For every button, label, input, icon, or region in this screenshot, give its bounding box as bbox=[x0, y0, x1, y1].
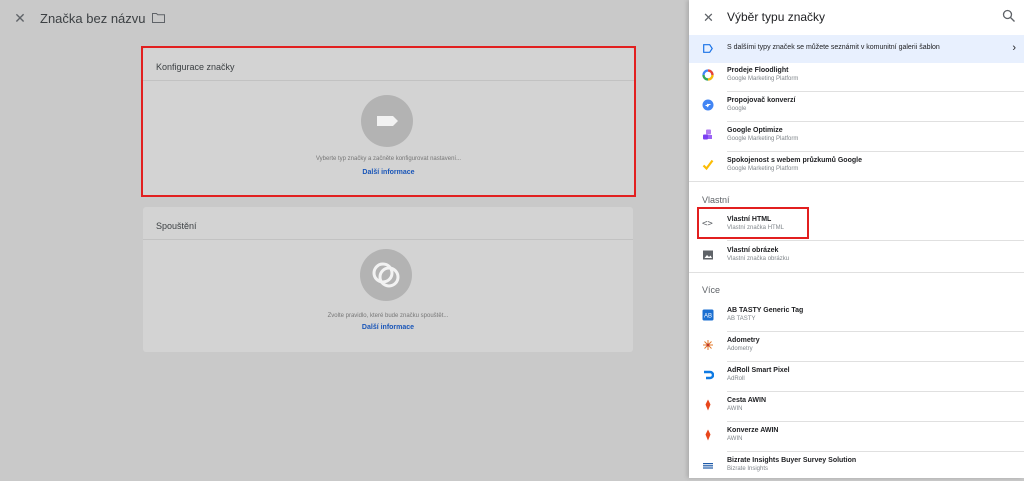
awin-icon bbox=[705, 429, 711, 441]
card-hint: Zvolte pravidlo, které bude značku spouš… bbox=[327, 313, 449, 319]
list-item[interactable]: Spokojenost s webem průzkumů Google Goog… bbox=[689, 151, 1024, 181]
list-item[interactable]: AdRoll Smart Pixel AdRoll bbox=[689, 361, 1024, 391]
section-heading-custom: Vlastní bbox=[702, 195, 730, 205]
item-subtitle: AdRoll bbox=[727, 376, 745, 382]
item-subtitle: AWIN bbox=[727, 406, 743, 412]
awin-icon bbox=[705, 399, 711, 411]
list-item[interactable]: Vlastní obrázek Vlastní značka obrázku bbox=[689, 241, 1024, 271]
community-gallery-banner[interactable]: S dalšími typy značek se můžete seznámit… bbox=[689, 35, 1024, 63]
learn-more-link[interactable]: Další informace bbox=[143, 324, 633, 331]
item-name: Google Optimize bbox=[727, 127, 783, 134]
tag-type-panel: ✕ Výběr typu značky S dalšími typy znače… bbox=[689, 0, 1024, 478]
list-item[interactable]: Konverze AWIN AWIN bbox=[689, 421, 1024, 451]
search-icon[interactable] bbox=[1002, 9, 1016, 23]
item-subtitle: AWIN bbox=[727, 436, 743, 442]
abtasty-icon: AB bbox=[702, 309, 714, 321]
item-name: Konverze AWIN bbox=[727, 427, 779, 434]
item-name: Prodeje Floodlight bbox=[727, 67, 789, 74]
trigger-icon[interactable] bbox=[360, 249, 412, 301]
list-item[interactable]: AB AB TASTY Generic Tag AB TASTY bbox=[689, 301, 1024, 331]
list-item[interactable]: Cesta AWIN AWIN bbox=[689, 391, 1024, 421]
item-subtitle: Vlastní značka obrázku bbox=[727, 256, 790, 262]
adometry-icon bbox=[703, 340, 713, 350]
chevron-right-icon: › bbox=[1012, 42, 1016, 54]
item-name: Adometry bbox=[727, 337, 760, 344]
highlight-box-custom-html bbox=[697, 207, 809, 239]
list-item[interactable]: Prodeje Floodlight Google Marketing Plat… bbox=[689, 61, 1024, 91]
triggering-card[interactable]: Spouštění Zvolte pravidlo, které bude zn… bbox=[143, 207, 633, 352]
panel-title: Výběr typu značky bbox=[727, 10, 826, 24]
tag-outline-icon bbox=[703, 44, 713, 53]
item-name: Bizrate Insights Buyer Survey Solution bbox=[727, 457, 857, 464]
item-name: AB TASTY Generic Tag bbox=[727, 307, 804, 314]
bizrate-icon bbox=[703, 463, 713, 469]
divider bbox=[689, 181, 1024, 182]
panel-header: ✕ Výběr typu značky bbox=[689, 0, 1024, 35]
item-name: Cesta AWIN bbox=[727, 397, 767, 404]
item-subtitle: Bizrate Insights bbox=[727, 466, 769, 472]
optimize-icon bbox=[703, 129, 712, 140]
image-icon bbox=[703, 250, 713, 260]
section-heading-more: Více bbox=[702, 285, 721, 295]
svg-text:AB: AB bbox=[704, 314, 712, 320]
conversion-linker-icon bbox=[702, 99, 714, 111]
item-subtitle: Google Marketing Platform bbox=[727, 136, 799, 142]
tag-name-title[interactable]: Značka bez názvu bbox=[40, 11, 146, 26]
close-icon[interactable]: ✕ bbox=[703, 10, 714, 26]
item-name: AdRoll Smart Pixel bbox=[727, 367, 790, 374]
item-subtitle: Google Marketing Platform bbox=[727, 166, 799, 172]
list-item[interactable]: Adometry Adometry bbox=[689, 331, 1024, 361]
item-name: Spokojenost s webem průzkumů Google bbox=[727, 157, 862, 164]
list-item[interactable]: Google Optimize Google Marketing Platfor… bbox=[689, 121, 1024, 151]
item-subtitle: Google Marketing Platform bbox=[727, 76, 799, 82]
divider bbox=[689, 272, 1024, 273]
close-icon[interactable]: ✕ bbox=[12, 10, 28, 27]
item-subtitle: Adometry bbox=[727, 346, 753, 352]
list-item[interactable]: Bizrate Insights Buyer Survey Solution B… bbox=[689, 451, 1024, 481]
card-title: Spouštění bbox=[143, 207, 633, 240]
item-subtitle: Google bbox=[727, 106, 747, 112]
item-subtitle: AB TASTY bbox=[727, 316, 756, 322]
list-item[interactable]: Propojovač konverzí Google bbox=[689, 91, 1024, 121]
surveys-icon bbox=[702, 159, 714, 171]
banner-text: S dalšími typy značek se můžete seznámit… bbox=[727, 44, 940, 51]
item-name: Propojovač konverzí bbox=[727, 97, 796, 104]
highlight-box-config bbox=[141, 46, 636, 197]
adroll-icon bbox=[704, 370, 714, 380]
item-name: Vlastní obrázek bbox=[727, 247, 779, 254]
floodlight-icon bbox=[702, 69, 714, 81]
editor-header: ✕ Značka bez názvu bbox=[0, 0, 689, 36]
folder-icon[interactable] bbox=[151, 13, 165, 23]
